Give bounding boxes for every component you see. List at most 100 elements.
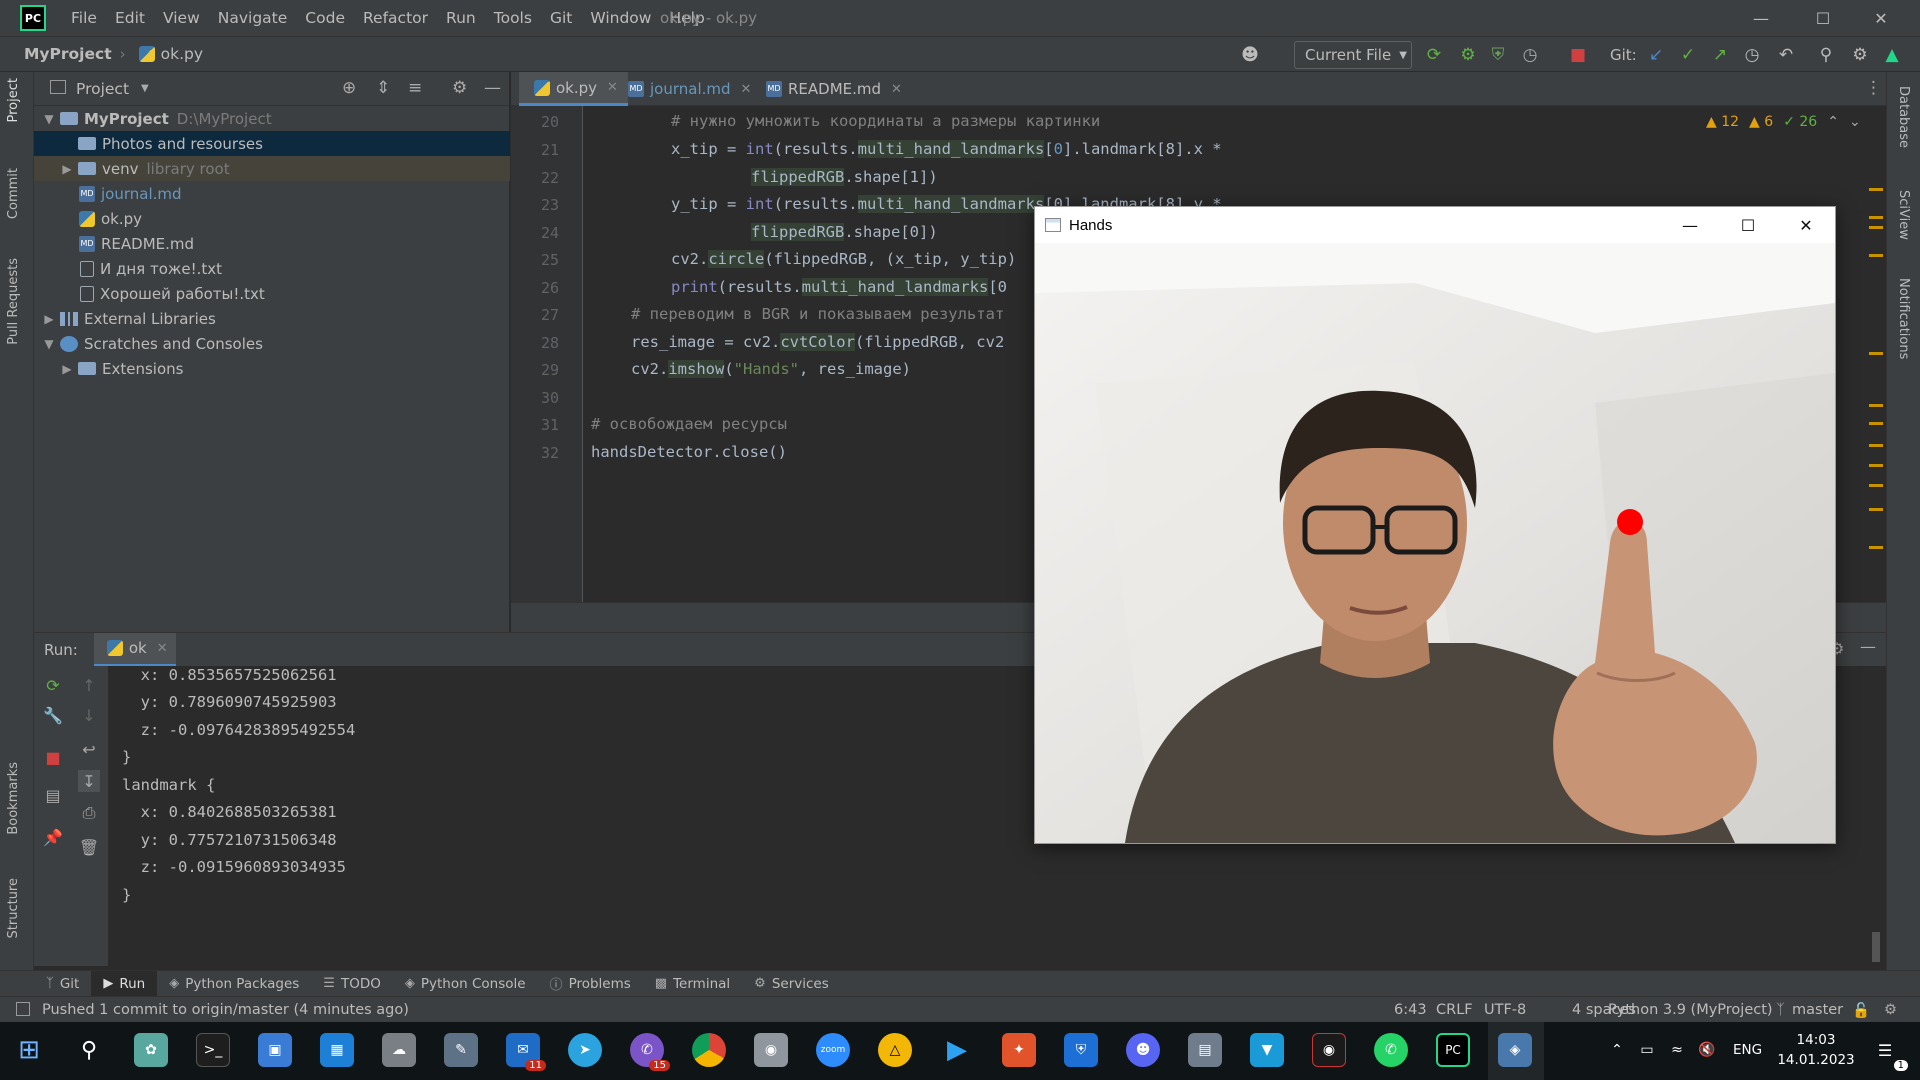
caret-position[interactable]: 6:43	[1394, 1002, 1427, 1018]
coverage-icon[interactable]: ⛨	[1486, 43, 1510, 67]
arrow-down-icon[interactable]: ↓	[78, 704, 100, 726]
git-push-icon[interactable]: ↗	[1708, 43, 1732, 67]
volume-muted-icon[interactable]: 🔇	[1690, 1033, 1724, 1067]
app-icon-6[interactable]: ✦	[1002, 1033, 1036, 1067]
locate-icon[interactable]: ⊕	[342, 78, 356, 98]
tree-item-scratches[interactable]: ▼ Scratches and Consoles	[34, 331, 510, 356]
stripe-tab-commit[interactable]: Commit	[6, 168, 21, 219]
tool-tab-terminal[interactable]: ▩ Terminal	[643, 971, 742, 997]
stripe-tab-pull-requests[interactable]: Pull Requests	[6, 258, 21, 345]
error-stripe-marker[interactable]	[1869, 254, 1883, 257]
print-icon[interactable]: ⎙	[78, 802, 100, 824]
calculator-icon[interactable]: ▦	[320, 1033, 354, 1067]
clock[interactable]: 14:03 14.01.2023	[1776, 1030, 1856, 1070]
error-stripe-marker[interactable]	[1869, 216, 1883, 219]
menu-edit[interactable]: Edit	[106, 9, 154, 27]
close-icon[interactable]: ✕	[157, 641, 168, 656]
tab-ok-py[interactable]: ok.py ✕	[519, 72, 628, 106]
play-store-icon[interactable]: ▶	[940, 1033, 974, 1067]
discord-icon[interactable]: ☻	[1126, 1033, 1160, 1067]
error-stripe-marker[interactable]	[1869, 352, 1883, 355]
hands-close-button[interactable]: ✕	[1777, 207, 1835, 243]
python-interpreter[interactable]: Python 3.9 (MyProject)	[1608, 1002, 1773, 1018]
error-stripe-marker[interactable]	[1869, 484, 1883, 487]
app-icon-3[interactable]: ✎	[444, 1033, 478, 1067]
pycharm-taskbar-icon[interactable]: PC	[1436, 1033, 1470, 1067]
tree-item-extensions[interactable]: ▶ Extensions	[34, 356, 510, 381]
close-icon[interactable]: ✕	[741, 82, 752, 97]
chevron-down-icon[interactable]: ⌄	[1849, 114, 1861, 130]
mail-icon[interactable]: ✉ 11	[506, 1033, 546, 1071]
profile-icon[interactable]: ◷	[1518, 43, 1542, 67]
rerun-icon[interactable]: ⟳	[1422, 43, 1446, 67]
soft-wrap-icon[interactable]: ↩	[78, 738, 100, 760]
status-message[interactable]: Pushed 1 commit to origin/master (4 minu…	[42, 1002, 409, 1018]
git-commit-icon[interactable]: ✓	[1676, 43, 1700, 67]
monitor-app-icon[interactable]: ▣	[258, 1033, 292, 1067]
tab-journal-md[interactable]: MD journal.md ✕	[613, 72, 761, 106]
notification-center-icon[interactable]: ☰ 1	[1868, 1033, 1908, 1071]
hide-icon[interactable]: —	[484, 78, 501, 98]
chevron-up-icon[interactable]: ⌃	[1600, 1033, 1634, 1067]
app-icon-7[interactable]: ▤	[1188, 1033, 1222, 1067]
battery-icon[interactable]: ▭	[1630, 1033, 1664, 1067]
error-stripe-marker[interactable]	[1869, 404, 1883, 407]
hide-icon[interactable]: —	[1860, 637, 1876, 656]
close-icon[interactable]: ✕	[891, 82, 902, 97]
run-configuration-select[interactable]: Current File ▼	[1294, 41, 1412, 69]
tree-item-external-libraries[interactable]: ▶ External Libraries	[34, 306, 510, 331]
minimize-button[interactable]: —	[1732, 0, 1790, 36]
windows-start-icon[interactable]: ⊞	[12, 1033, 46, 1067]
security-icon[interactable]: ⛨	[1064, 1033, 1098, 1067]
menu-file[interactable]: File	[62, 9, 106, 27]
tree-item-myproject[interactable]: ▼ MyProject D:\MyProject	[34, 106, 510, 131]
more-tabs-icon[interactable]: ⋮	[1865, 78, 1882, 98]
layout-icon[interactable]: ▤	[42, 784, 64, 806]
stripe-tab-structure[interactable]: Structure	[6, 878, 21, 938]
menu-view[interactable]: View	[154, 9, 209, 27]
wrench-icon[interactable]: 🔧	[42, 704, 64, 726]
breadcrumb-project[interactable]: MyProject	[24, 45, 112, 63]
tool-tab-services[interactable]: ⚙ Services	[742, 971, 841, 997]
line-separator[interactable]: CRLF	[1436, 1002, 1473, 1018]
error-stripe-marker[interactable]	[1869, 226, 1883, 229]
error-stripe-marker[interactable]	[1869, 188, 1883, 191]
menu-code[interactable]: Code	[296, 9, 354, 27]
tool-tab-run[interactable]: ▶ Run	[91, 970, 158, 997]
rollback-icon[interactable]: ↶	[1774, 43, 1798, 67]
stop-icon[interactable]: ■	[1566, 43, 1590, 67]
tool-tab-python-packages[interactable]: ◈ Python Packages	[157, 971, 311, 997]
language-indicator[interactable]: ENG	[1733, 1042, 1762, 1058]
history-icon[interactable]: ◷	[1740, 43, 1764, 67]
file-encoding[interactable]: UTF-8	[1484, 1002, 1526, 1018]
inspection-widget[interactable]: ▲ 12 ▲ 6 ✓ 26 ⌃ ⌄	[1706, 114, 1861, 130]
pin-icon[interactable]: 📌	[42, 826, 64, 848]
stripe-tab-notifications[interactable]: Notifications	[1896, 278, 1911, 359]
stripe-tab-database[interactable]: Database	[1896, 86, 1911, 148]
menu-tools[interactable]: Tools	[485, 9, 541, 27]
tree-item-journal[interactable]: MD journal.md	[34, 181, 510, 206]
scroll-to-end-icon[interactable]: ↧	[78, 770, 100, 792]
tool-tab-problems[interactable]: ⓘ Problems	[538, 971, 643, 997]
menu-window[interactable]: Window	[581, 9, 660, 27]
menu-run[interactable]: Run	[437, 9, 485, 27]
vpn-icon[interactable]: ▼	[1250, 1033, 1284, 1067]
error-stripe-marker[interactable]	[1869, 444, 1883, 447]
breadcrumb-file[interactable]: ok.py	[161, 45, 203, 63]
app-icon-5[interactable]: △	[878, 1033, 912, 1067]
hands-minimize-button[interactable]: —	[1661, 207, 1719, 243]
telegram-icon[interactable]: ➤	[568, 1033, 602, 1067]
run-tab-ok[interactable]: ok ✕	[93, 632, 176, 667]
close-button[interactable]: ✕	[1852, 0, 1910, 36]
tree-item-txt-1[interactable]: И дня тоже!.txt	[34, 256, 510, 281]
tree-item-venv[interactable]: ▶ venv library root	[34, 156, 510, 181]
collapse-all-icon[interactable]: ≡	[408, 78, 422, 98]
app-icon-4[interactable]: ◉	[754, 1033, 788, 1067]
menu-refactor[interactable]: Refactor	[354, 9, 437, 27]
tree-item-readme[interactable]: MD README.md	[34, 231, 510, 256]
stripe-tab-sciview[interactable]: SciView	[1896, 190, 1911, 240]
user-icon[interactable]: ☻	[1238, 43, 1262, 67]
error-stripe-marker[interactable]	[1869, 464, 1883, 467]
zoom-icon[interactable]: zoom	[816, 1033, 850, 1067]
error-stripe-marker[interactable]	[1869, 546, 1883, 549]
